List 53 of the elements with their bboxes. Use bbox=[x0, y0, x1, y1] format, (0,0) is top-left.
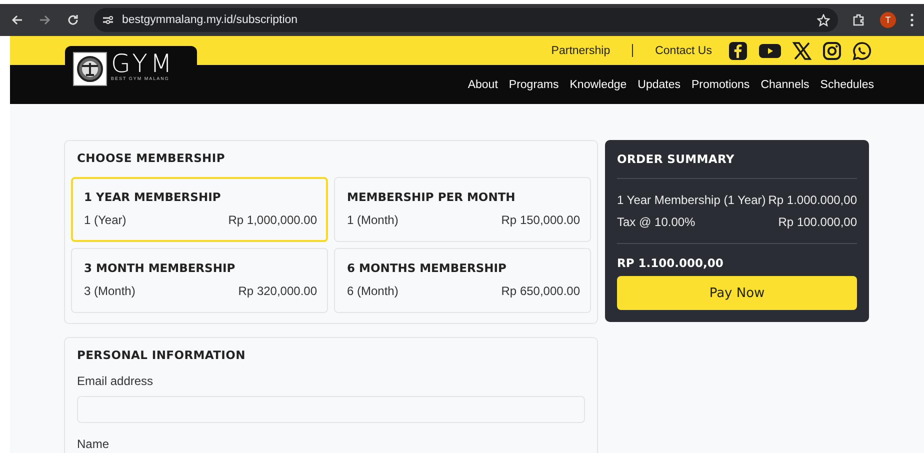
reload-icon[interactable] bbox=[66, 13, 80, 27]
back-icon[interactable] bbox=[10, 13, 24, 27]
plan-price: Rp 1,000,000.00 bbox=[228, 213, 317, 227]
instagram-icon[interactable] bbox=[822, 40, 842, 60]
logo-title: GYM bbox=[111, 52, 175, 76]
profile-avatar[interactable]: T bbox=[880, 12, 896, 28]
plan-option[interactable]: 3 MONTH MEMBERSHIP 3 (Month) Rp 320,000.00 bbox=[71, 248, 328, 313]
menu-icon[interactable] bbox=[910, 13, 914, 27]
field-label: Name bbox=[77, 437, 110, 451]
plan-option[interactable]: 1 YEAR MEMBERSHIP 1 (Year) Rp 1,000,000.00 bbox=[71, 177, 328, 242]
emblem-icon bbox=[76, 55, 104, 83]
plan-name: 1 YEAR MEMBERSHIP bbox=[84, 190, 222, 204]
extensions-icon[interactable] bbox=[852, 13, 866, 27]
plan-name: MEMBERSHIP PER MONTH bbox=[347, 190, 516, 204]
plan-name: 3 MONTH MEMBERSHIP bbox=[84, 261, 236, 275]
nav-link[interactable]: Programs bbox=[508, 78, 559, 90]
top-link[interactable]: Contact Us bbox=[655, 44, 712, 56]
nav-link[interactable]: Channels bbox=[760, 78, 810, 90]
nav-link[interactable]: About bbox=[468, 78, 498, 90]
plan-option[interactable]: 6 MONTHS MEMBERSHIP 6 (Month) Rp 650,000.00 bbox=[334, 248, 591, 313]
plan-duration: 6 (Month) bbox=[347, 284, 398, 298]
line-amount: Rp 100.000,00 bbox=[778, 215, 857, 229]
plan-price: Rp 650,000.00 bbox=[501, 284, 580, 298]
section-title: PERSONAL INFORMATION bbox=[77, 348, 246, 362]
nav-link[interactable]: Knowledge bbox=[570, 78, 627, 90]
nav-link[interactable]: Updates bbox=[638, 78, 681, 90]
site-settings-icon[interactable] bbox=[102, 14, 114, 26]
total-amount: RP 1.100.000,00 bbox=[617, 256, 724, 270]
plan-option[interactable]: MEMBERSHIP PER MONTH 1 (Month) Rp 150,000.00 bbox=[334, 177, 591, 242]
plan-duration: 3 (Month) bbox=[84, 284, 136, 298]
line-label: 1 Year Membership (1 Year) bbox=[617, 193, 766, 207]
plan-name: 6 MONTHS MEMBERSHIP bbox=[347, 261, 508, 275]
line-amount: Rp 1.000.000,00 bbox=[768, 193, 857, 207]
url-text: bestgymmalang.my.id/subscription bbox=[122, 14, 298, 26]
plan-price: Rp 150,000.00 bbox=[501, 213, 580, 227]
x-logo-icon[interactable] bbox=[792, 40, 812, 60]
whatsapp-icon[interactable] bbox=[852, 40, 872, 60]
address-bar[interactable]: bestgymmalang.my.id/subscription bbox=[94, 8, 838, 32]
top-link[interactable]: Partnership bbox=[551, 44, 610, 56]
pay-now-button[interactable]: Pay Now bbox=[617, 276, 857, 310]
facebook-icon[interactable] bbox=[728, 40, 748, 60]
nav-link[interactable]: Schedules bbox=[820, 78, 874, 90]
plan-price: Rp 320,000.00 bbox=[238, 284, 317, 298]
youtube-icon[interactable] bbox=[758, 42, 782, 60]
forward-icon[interactable] bbox=[38, 13, 52, 27]
summary-title: ORDER SUMMARY bbox=[617, 152, 736, 166]
bookmark-star-icon[interactable] bbox=[817, 14, 830, 26]
section-title: CHOOSE MEMBERSHIP bbox=[77, 151, 226, 165]
line-label: Tax @ 10.00% bbox=[617, 215, 696, 229]
nav-link[interactable]: Promotions bbox=[692, 78, 750, 90]
plan-duration: 1 (Month) bbox=[347, 213, 398, 227]
plan-duration: 1 (Year) bbox=[84, 213, 126, 227]
field-label: Email address bbox=[77, 374, 154, 388]
